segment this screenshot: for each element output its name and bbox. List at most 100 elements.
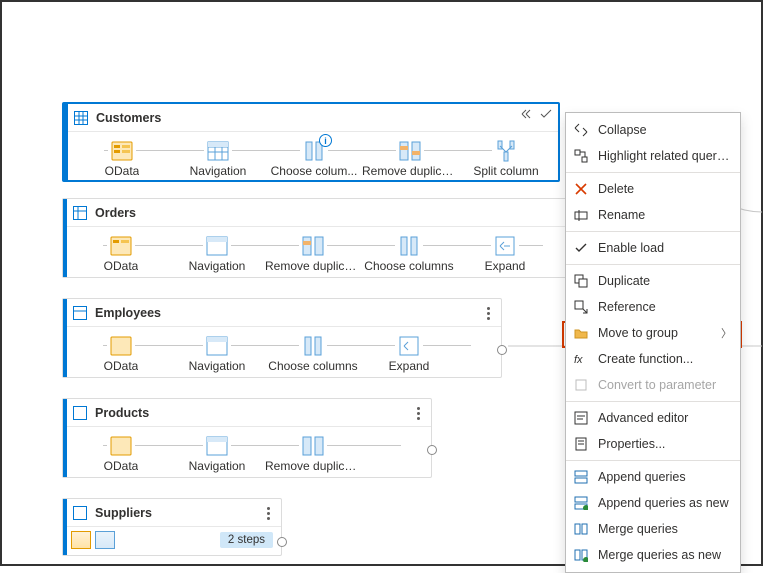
menu-append[interactable]: Append queries [566, 464, 740, 490]
table-icon [71, 404, 89, 422]
step-odata[interactable]: OData [73, 233, 169, 273]
menu-merge-new[interactable]: Merge queries as new [566, 542, 740, 568]
info-badge-icon: i [319, 134, 332, 147]
menu-highlight-related[interactable]: Highlight related queries [566, 143, 740, 169]
menu-append-new[interactable]: Append queries as new [566, 490, 740, 516]
menu-move-to-group[interactable]: Move to group〉 [566, 320, 740, 346]
remove-duplicates-icon [299, 433, 327, 459]
menu-duplicate[interactable]: Duplicate [566, 268, 740, 294]
function-icon: fx [572, 350, 590, 368]
step-choose-columns[interactable]: iChoose colum... [266, 138, 362, 178]
accent-bar [63, 499, 67, 555]
step-navigation[interactable]: Navigation [170, 138, 266, 178]
menu-collapse[interactable]: Collapse [566, 117, 740, 143]
step-expand[interactable]: Expand [361, 333, 457, 373]
check-icon [572, 239, 590, 257]
properties-icon [572, 435, 590, 453]
menu-separator [566, 231, 740, 232]
menu-separator [566, 401, 740, 402]
expand-icon [395, 333, 423, 359]
menu-convert-parameter: Convert to parameter [566, 372, 740, 398]
more-menu-icon[interactable] [410, 403, 426, 423]
step-odata[interactable]: OData [73, 433, 169, 473]
query-card-suppliers[interactable]: Suppliers 2 steps [62, 498, 282, 556]
menu-separator [566, 264, 740, 265]
query-card-products[interactable]: Products OData Navigation Remove duplica… [62, 398, 432, 478]
merge-new-icon [572, 546, 590, 564]
step-odata[interactable]: OData [73, 333, 169, 373]
rename-icon [572, 206, 590, 224]
query-title: Products [95, 406, 149, 420]
table-small-icon [203, 433, 231, 459]
table-icon [71, 204, 89, 222]
append-new-icon [572, 494, 590, 512]
choose-columns-icon [395, 233, 423, 259]
table-icon [72, 109, 90, 127]
merge-icon [572, 520, 590, 538]
table-small-icon [203, 233, 231, 259]
remove-duplicates-icon [396, 138, 424, 164]
output-port[interactable] [277, 537, 287, 547]
step-navigation[interactable]: Navigation [169, 433, 265, 473]
menu-properties[interactable]: Properties... [566, 431, 740, 457]
menu-separator [566, 460, 740, 461]
step-navigation[interactable]: Navigation [169, 333, 265, 373]
chevron-right-icon: 〉 [721, 325, 732, 341]
check-icon[interactable] [540, 108, 552, 120]
table-icon [71, 504, 89, 522]
menu-advanced-editor[interactable]: Advanced editor [566, 405, 740, 431]
step-remove-duplicates[interactable]: Remove duplicat... [265, 433, 361, 473]
query-title: Suppliers [95, 506, 152, 520]
menu-rename[interactable]: Rename [566, 202, 740, 228]
datasource-icon [107, 333, 135, 359]
menu-separator [566, 172, 740, 173]
query-card-orders[interactable]: Orders OData Navigation Remove duplicat.… [62, 198, 574, 278]
step-odata[interactable]: OData [74, 138, 170, 178]
datasource-icon [71, 531, 91, 549]
menu-delete[interactable]: Delete [566, 176, 740, 202]
datasource-icon [107, 433, 135, 459]
query-title: Customers [96, 111, 161, 125]
more-menu-icon[interactable] [260, 503, 276, 523]
highlight-icon [572, 147, 590, 165]
delete-icon [572, 180, 590, 198]
choose-columns-icon [299, 333, 327, 359]
menu-create-function[interactable]: fxCreate function... [566, 346, 740, 372]
step-remove-duplicates[interactable]: Remove duplicat... [265, 233, 361, 273]
step-expand[interactable]: Expand [457, 233, 553, 273]
step-choose-columns[interactable]: Choose columns [265, 333, 361, 373]
step-remove-duplicates[interactable]: Remove duplicat... [362, 138, 458, 178]
svg-text:fx: fx [574, 354, 583, 366]
collapse-icon [572, 121, 590, 139]
duplicate-icon [572, 272, 590, 290]
query-title: Employees [95, 306, 161, 320]
append-icon [572, 468, 590, 486]
split-column-icon [492, 138, 520, 164]
menu-reference[interactable]: Reference [566, 294, 740, 320]
context-menu: Collapse Highlight related queries Delet… [565, 112, 741, 573]
folder-icon [572, 324, 590, 342]
datasource-icon [107, 233, 135, 259]
query-card-customers[interactable]: Customers OData Navigation iChoose colum… [62, 102, 560, 182]
reference-icon [572, 298, 590, 316]
step-choose-columns[interactable]: Choose columns [361, 233, 457, 273]
query-card-employees[interactable]: Employees OData Navigation Choose column… [62, 298, 502, 378]
remove-duplicates-icon [299, 233, 327, 259]
steps-count-pill: 2 steps [220, 532, 273, 548]
parameter-icon [572, 376, 590, 394]
query-title: Orders [95, 206, 136, 220]
step-split-column[interactable]: Split column [458, 138, 554, 178]
step-navigation[interactable]: Navigation [169, 233, 265, 273]
menu-enable-load[interactable]: Enable load [566, 235, 740, 261]
table-small-icon [203, 333, 231, 359]
expand-icon [491, 233, 519, 259]
menu-merge[interactable]: Merge queries [566, 516, 740, 542]
restore-icon[interactable] [520, 108, 532, 120]
table-small-icon [95, 531, 115, 549]
choose-columns-icon: i [300, 138, 328, 164]
datasource-icon [108, 138, 136, 164]
output-port[interactable] [497, 345, 507, 355]
more-menu-icon[interactable] [480, 303, 496, 323]
output-port[interactable] [427, 445, 437, 455]
table-small-icon [204, 138, 232, 164]
